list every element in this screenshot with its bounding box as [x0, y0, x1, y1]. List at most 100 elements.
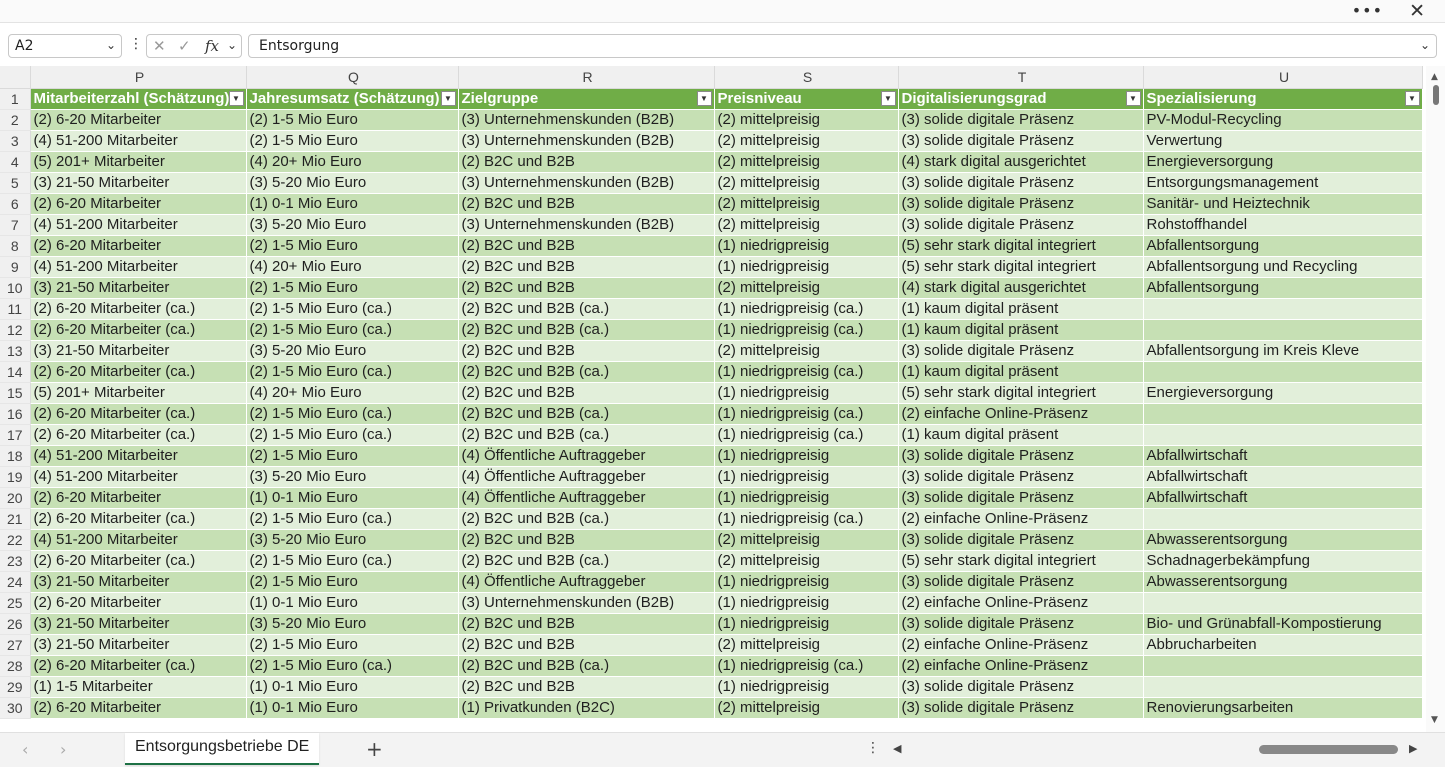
table-cell[interactable]: (1) 1-5 Mitarbeiter: [30, 676, 247, 698]
table-cell[interactable]: (2) B2C und B2B: [458, 529, 715, 551]
scroll-down-icon[interactable]: ▼: [1431, 715, 1438, 725]
table-cell[interactable]: (2) B2C und B2B: [458, 235, 715, 257]
column-header[interactable]: U: [1143, 66, 1423, 89]
formula-input[interactable]: Entsorgung ⌄: [248, 34, 1437, 58]
table-cell[interactable]: (2) B2C und B2B: [458, 340, 715, 362]
sheet-tab[interactable]: Entsorgungsbetriebe DE: [125, 733, 320, 765]
table-cell[interactable]: (3) 21-50 Mitarbeiter: [30, 613, 247, 635]
table-cell[interactable]: (4) Öffentliche Auftraggeber: [458, 466, 715, 488]
table-cell[interactable]: (2) B2C und B2B: [458, 634, 715, 656]
table-cell[interactable]: (2) 6-20 Mitarbeiter (ca.): [30, 508, 247, 530]
table-cell[interactable]: Schadnagerbekämpfung: [1143, 550, 1423, 572]
table-cell[interactable]: [1143, 298, 1423, 320]
table-cell[interactable]: (2) einfache Online-Präsenz: [898, 634, 1144, 656]
column-header[interactable]: R: [458, 66, 715, 89]
table-cell[interactable]: (4) Öffentliche Auftraggeber: [458, 445, 715, 467]
vertical-scrollbar[interactable]: ▲ ▼: [1426, 66, 1445, 732]
table-cell[interactable]: [1143, 676, 1423, 698]
table-cell[interactable]: (4) 20+ Mio Euro: [246, 256, 459, 278]
table-cell[interactable]: (1) niedrigpreisig (ca.): [714, 319, 899, 341]
chevron-down-icon[interactable]: ⌄: [227, 38, 237, 52]
table-cell[interactable]: (1) niedrigpreisig: [714, 571, 899, 593]
table-cell[interactable]: (1) niedrigpreisig: [714, 256, 899, 278]
confirm-icon[interactable]: ✓: [178, 37, 191, 55]
table-cell[interactable]: Abfallentsorgung im Kreis Kleve: [1143, 340, 1423, 362]
column-header[interactable]: Q: [246, 66, 459, 89]
table-cell[interactable]: (2) B2C und B2B (ca.): [458, 319, 715, 341]
table-cell[interactable]: Rohstoffhandel: [1143, 214, 1423, 236]
table-cell[interactable]: (1) niedrigpreisig (ca.): [714, 424, 899, 446]
column-header[interactable]: P: [30, 66, 247, 89]
row-header[interactable]: 18: [0, 445, 31, 467]
table-cell[interactable]: (3) 5-20 Mio Euro: [246, 214, 459, 236]
row-header[interactable]: 25: [0, 592, 31, 614]
table-cell[interactable]: (2) 1-5 Mio Euro: [246, 571, 459, 593]
filter-dropdown-icon[interactable]: ▼: [880, 90, 896, 106]
table-cell[interactable]: (1) kaum digital präsent: [898, 361, 1144, 383]
table-cell[interactable]: (3) 21-50 Mitarbeiter: [30, 277, 247, 299]
table-cell[interactable]: (2) 6-20 Mitarbeiter (ca.): [30, 550, 247, 572]
table-cell[interactable]: (2) 1-5 Mio Euro: [246, 109, 459, 131]
row-header[interactable]: 1: [0, 88, 31, 110]
more-vertical-icon[interactable]: ⋮: [129, 36, 143, 52]
table-header-cell[interactable]: Digitalisierungsgrad ▼: [898, 88, 1144, 110]
table-cell[interactable]: Abwasserentsorgung: [1143, 529, 1423, 551]
row-header[interactable]: 3: [0, 130, 31, 152]
table-header-cell[interactable]: Mitarbeiterzahl (Schätzung) ▼: [30, 88, 247, 110]
table-cell[interactable]: (2) 6-20 Mitarbeiter: [30, 193, 247, 215]
table-cell[interactable]: Entsorgungsmanagement: [1143, 172, 1423, 194]
table-cell[interactable]: (2) B2C und B2B (ca.): [458, 550, 715, 572]
table-cell[interactable]: (1) niedrigpreisig: [714, 235, 899, 257]
table-cell[interactable]: Abbrucharbeiten: [1143, 634, 1423, 656]
insert-function-icon[interactable]: fx: [205, 37, 219, 55]
table-cell[interactable]: (2) mittelpreisig: [714, 193, 899, 215]
table-cell[interactable]: (4) Öffentliche Auftraggeber: [458, 571, 715, 593]
table-cell[interactable]: (1) kaum digital präsent: [898, 298, 1144, 320]
filter-dropdown-icon[interactable]: ▼: [228, 90, 244, 106]
table-cell[interactable]: (3) solide digitale Präsenz: [898, 571, 1144, 593]
more-horizontal-icon[interactable]: •••: [1352, 1, 1383, 20]
table-cell[interactable]: (4) 51-200 Mitarbeiter: [30, 529, 247, 551]
table-cell[interactable]: (1) niedrigpreisig (ca.): [714, 655, 899, 677]
table-cell[interactable]: (4) 51-200 Mitarbeiter: [30, 214, 247, 236]
table-cell[interactable]: (5) sehr stark digital integriert: [898, 256, 1144, 278]
table-cell[interactable]: (2) mittelpreisig: [714, 550, 899, 572]
table-cell[interactable]: Abfallwirtschaft: [1143, 445, 1423, 467]
table-cell[interactable]: (2) 6-20 Mitarbeiter: [30, 109, 247, 131]
table-cell[interactable]: (2) mittelpreisig: [714, 151, 899, 173]
table-cell[interactable]: (2) B2C und B2B (ca.): [458, 361, 715, 383]
table-cell[interactable]: Sanitär- und Heiztechnik: [1143, 193, 1423, 215]
table-cell[interactable]: (3) solide digitale Präsenz: [898, 529, 1144, 551]
table-cell[interactable]: (2) mittelpreisig: [714, 340, 899, 362]
row-header[interactable]: 14: [0, 361, 31, 383]
row-header[interactable]: 12: [0, 319, 31, 341]
horizontal-scroll-thumb[interactable]: [1259, 745, 1398, 754]
table-cell[interactable]: (2) B2C und B2B (ca.): [458, 508, 715, 530]
row-header[interactable]: 9: [0, 256, 31, 278]
row-header[interactable]: 15: [0, 382, 31, 404]
scroll-up-icon[interactable]: ▲: [1431, 72, 1438, 82]
row-header[interactable]: 23: [0, 550, 31, 572]
table-cell[interactable]: Renovierungsarbeiten: [1143, 697, 1423, 719]
table-cell[interactable]: (2) mittelpreisig: [714, 130, 899, 152]
table-cell[interactable]: (2) 1-5 Mio Euro (ca.): [246, 655, 459, 677]
table-cell[interactable]: Abfallentsorgung: [1143, 235, 1423, 257]
table-cell[interactable]: (5) sehr stark digital integriert: [898, 382, 1144, 404]
row-header[interactable]: 11: [0, 298, 31, 320]
table-cell[interactable]: (3) solide digitale Präsenz: [898, 172, 1144, 194]
table-cell[interactable]: (4) stark digital ausgerichtet: [898, 277, 1144, 299]
table-cell[interactable]: (1) niedrigpreisig: [714, 487, 899, 509]
table-cell[interactable]: (4) stark digital ausgerichtet: [898, 151, 1144, 173]
table-cell[interactable]: (1) Privatkunden (B2C): [458, 697, 715, 719]
table-cell[interactable]: (2) 6-20 Mitarbeiter: [30, 697, 247, 719]
table-cell[interactable]: (2) B2C und B2B (ca.): [458, 424, 715, 446]
filter-dropdown-icon[interactable]: ▼: [440, 90, 456, 106]
table-cell[interactable]: (1) 0-1 Mio Euro: [246, 487, 459, 509]
table-cell[interactable]: (2) 6-20 Mitarbeiter (ca.): [30, 298, 247, 320]
table-cell[interactable]: (3) Unternehmenskunden (B2B): [458, 172, 715, 194]
table-cell[interactable]: (2) 1-5 Mio Euro: [246, 235, 459, 257]
column-header[interactable]: S: [714, 66, 899, 89]
table-cell[interactable]: Energieversorgung: [1143, 151, 1423, 173]
table-cell[interactable]: (1) niedrigpreisig (ca.): [714, 403, 899, 425]
table-cell[interactable]: (2) 1-5 Mio Euro (ca.): [246, 424, 459, 446]
